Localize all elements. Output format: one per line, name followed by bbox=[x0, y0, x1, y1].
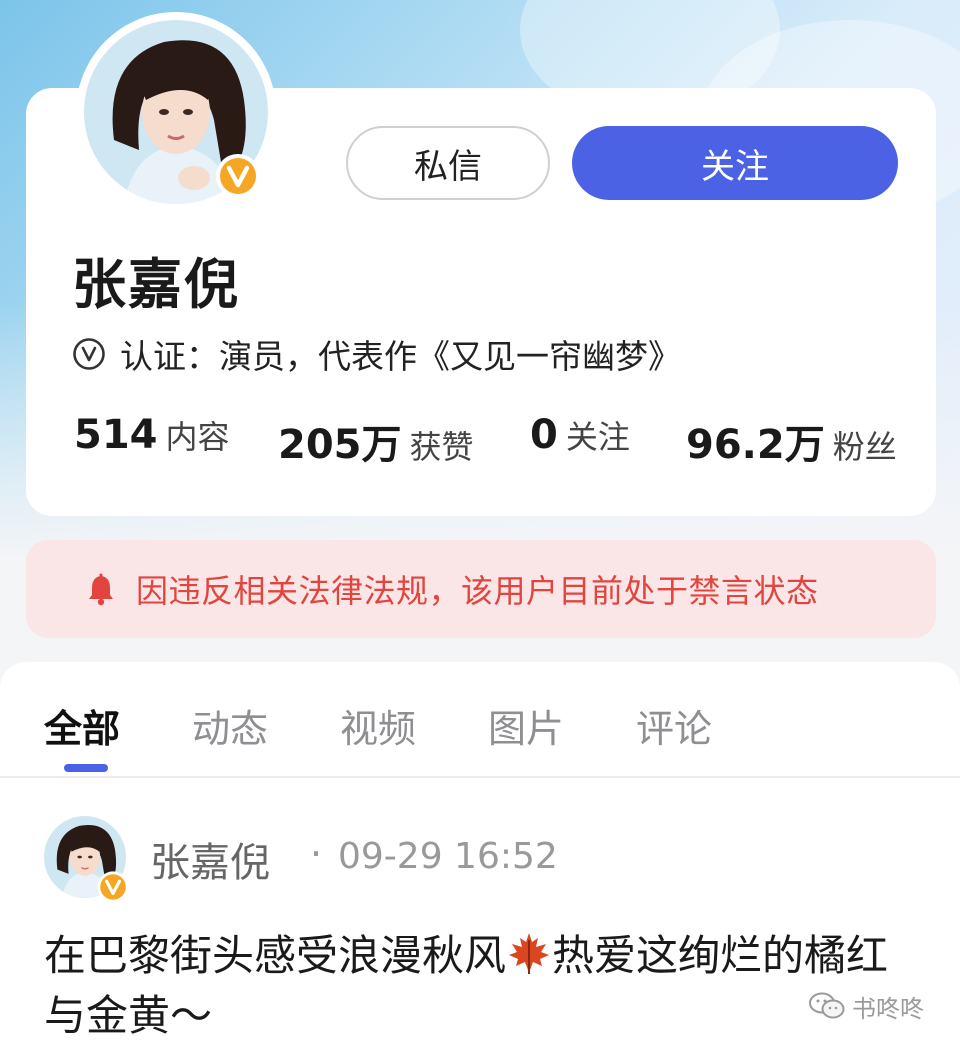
post-body[interactable]: 在巴黎街头感受浪漫秋风 热爱这绚烂的橘红与金黄～ bbox=[44, 926, 914, 1046]
content-tabs: 全部 动态 视频 图片 评论 bbox=[0, 662, 960, 776]
stat-value: 96.2万 bbox=[686, 422, 825, 468]
post-meta-separator: · bbox=[310, 832, 323, 876]
tab-comments[interactable]: 评论 bbox=[636, 698, 712, 753]
stat-label: 关注 bbox=[565, 418, 630, 456]
verified-badge-icon bbox=[216, 154, 260, 198]
stat-value: 0 bbox=[530, 412, 558, 458]
stat-label: 内容 bbox=[165, 418, 230, 456]
stat-followers[interactable]: 96.2万 粉丝 bbox=[686, 412, 897, 472]
verified-outline-icon bbox=[73, 338, 105, 370]
tab-videos[interactable]: 视频 bbox=[340, 698, 416, 753]
tab-posts[interactable]: 动态 bbox=[192, 698, 268, 753]
profile-name: 张嘉倪 bbox=[72, 253, 240, 316]
stat-label: 获赞 bbox=[409, 428, 474, 466]
tab-photos[interactable]: 图片 bbox=[488, 698, 564, 753]
verification-row: 认证：演员，代表作《又见一帘幽梦》 bbox=[72, 332, 681, 376]
post-timestamp: 09-29 16:52 bbox=[338, 836, 558, 877]
verified-badge-icon bbox=[97, 871, 129, 903]
stat-value: 514 bbox=[74, 412, 158, 458]
stat-content[interactable]: 514 内容 bbox=[74, 412, 230, 472]
active-tab-indicator bbox=[64, 764, 108, 772]
post-text-part: 在巴黎街头感受浪漫秋风 bbox=[44, 931, 507, 980]
watermark-text: 书咚咚 bbox=[852, 994, 924, 1023]
profile-stats: 514 内容 205万 获赞 0 关注 96.2万 粉丝 bbox=[0, 412, 960, 472]
follow-button[interactable]: 关注 bbox=[572, 126, 898, 200]
message-button[interactable]: 私信 bbox=[346, 126, 550, 200]
wechat-icon bbox=[809, 992, 845, 1019]
watermark: 书咚咚 bbox=[808, 986, 924, 1026]
maple-leaf-icon bbox=[509, 933, 550, 974]
ban-notice-banner: 因违反相关法律法规，该用户目前处于禁言状态 bbox=[26, 540, 936, 638]
bell-icon bbox=[89, 573, 113, 606]
stat-following[interactable]: 0 关注 bbox=[530, 412, 630, 472]
tab-all[interactable]: 全部 bbox=[44, 698, 120, 753]
stat-label: 粉丝 bbox=[832, 428, 897, 466]
stat-likes[interactable]: 205万 获赞 bbox=[278, 412, 474, 472]
verification-text: 认证：演员，代表作《又见一帘幽梦》 bbox=[120, 337, 681, 376]
post-author-name[interactable]: 张嘉倪 bbox=[150, 830, 270, 888]
stat-value: 205万 bbox=[278, 422, 402, 468]
ban-notice-text: 因违反相关法律法规，该用户目前处于禁言状态 bbox=[136, 572, 819, 610]
